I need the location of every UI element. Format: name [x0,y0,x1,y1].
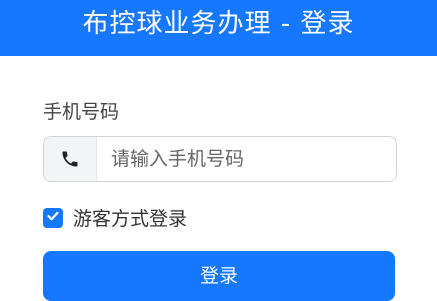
guest-login-option[interactable]: 游客方式登录 [43,204,187,231]
login-button[interactable]: 登录 [43,251,395,301]
phone-input-prefix [44,137,97,181]
phone-input-group [43,136,397,182]
guest-login-label: 游客方式登录 [73,208,188,230]
guest-login-checkbox[interactable] [43,207,63,228]
app-header: 布控球业务办理 - 登录 [0,0,437,56]
phone-field-label: 手机号码 [43,101,120,123]
page-title: 布控球业务办理 - 登录 [82,8,355,39]
checkmark-icon [46,208,60,227]
phone-icon [60,149,80,169]
phone-input[interactable] [97,137,396,181]
